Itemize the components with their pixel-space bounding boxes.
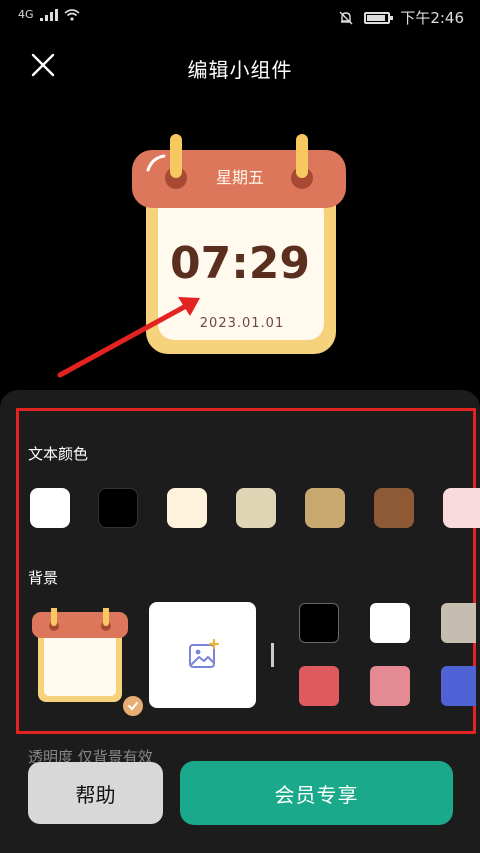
status-bar: 4G 下午2:46 <box>0 0 480 34</box>
add-image-icon <box>188 639 219 668</box>
binder-ring <box>296 134 308 178</box>
battery-icon <box>364 11 394 24</box>
background-color-swatch[interactable] <box>441 603 476 643</box>
calendar-widget-preview: 星期五 07:29 2023.01.01 <box>132 134 346 354</box>
background-color-swatch[interactable] <box>299 666 339 706</box>
top-bar: 编辑小组件 <box>0 40 480 96</box>
text-color-swatch[interactable] <box>30 488 70 528</box>
mute-bell-icon <box>339 11 353 24</box>
text-color-label: 文本颜色 <box>28 445 89 463</box>
selected-check-icon <box>121 694 145 718</box>
widget-weekday: 星期五 <box>216 168 264 187</box>
network-type: 4G <box>18 8 34 21</box>
calendar-background-thumb[interactable] <box>32 608 128 704</box>
divider <box>271 643 274 667</box>
binder-ring <box>170 134 182 178</box>
widget-time: 07:29 <box>170 238 310 289</box>
text-color-swatch[interactable] <box>305 488 345 528</box>
vip-only-button[interactable]: 会员专享 <box>180 761 453 825</box>
background-label: 背景 <box>28 569 59 587</box>
background-color-swatch[interactable] <box>441 666 476 706</box>
help-button[interactable]: 帮助 <box>28 762 163 824</box>
text-color-swatch[interactable] <box>374 488 414 528</box>
page-title: 编辑小组件 <box>187 58 293 82</box>
background-color-swatch[interactable] <box>299 603 339 643</box>
add-image-button[interactable] <box>149 602 256 708</box>
signal-icon <box>39 8 58 21</box>
wifi-icon <box>64 8 80 21</box>
background-color-swatch[interactable] <box>370 603 410 643</box>
text-color-swatch[interactable] <box>98 488 138 528</box>
text-color-swatch[interactable] <box>167 488 207 528</box>
widget-date: 2023.01.01 <box>200 316 284 331</box>
text-color-swatch[interactable] <box>443 488 480 528</box>
clock: 下午2:46 <box>400 9 464 27</box>
background-color-swatch[interactable] <box>370 666 410 706</box>
text-color-swatch[interactable] <box>236 488 276 528</box>
